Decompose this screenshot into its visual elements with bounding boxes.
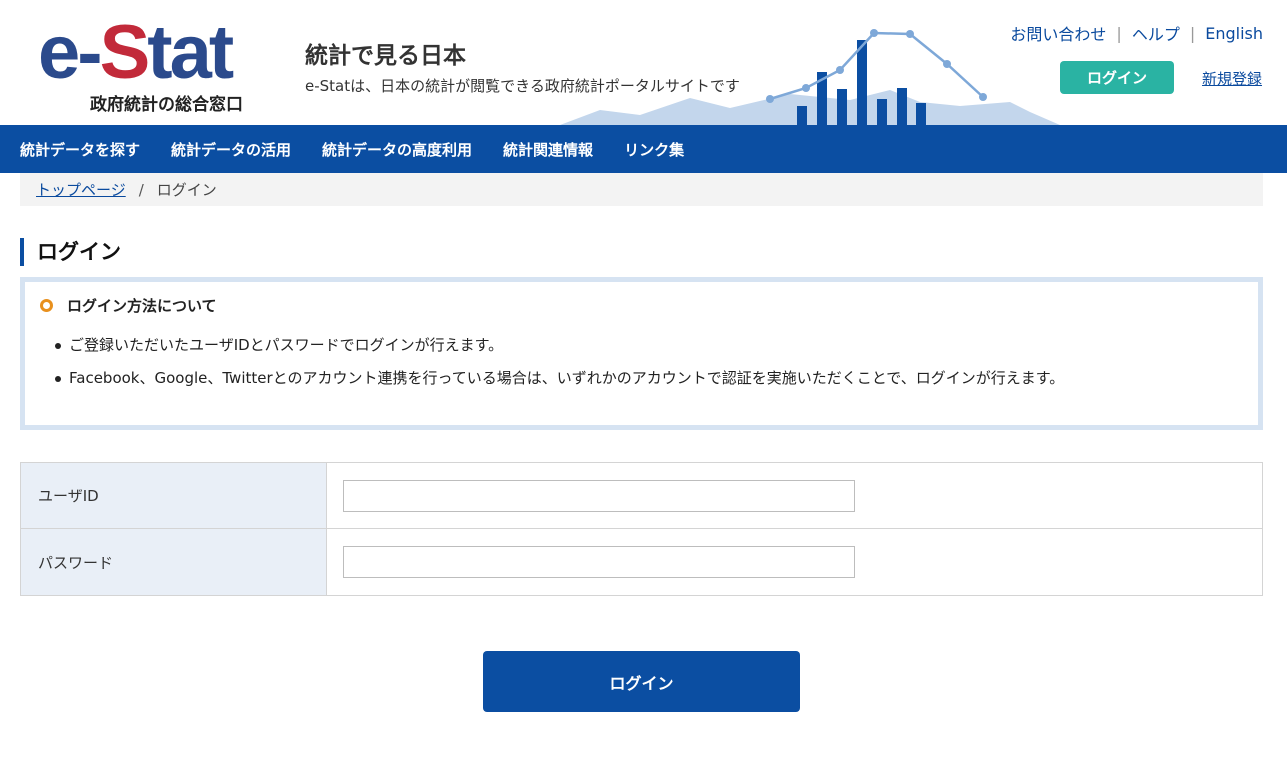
bar-mark — [916, 103, 926, 125]
nav-item-find-data[interactable]: 統計データを探す — [20, 139, 140, 160]
header-chart-illustration — [560, 29, 1060, 125]
nav-item-related-info[interactable]: 統計関連情報 — [503, 139, 593, 160]
trend-point — [802, 84, 810, 92]
breadcrumb-home-link[interactable]: トップページ — [36, 179, 126, 200]
user-id-label: ユーザID — [21, 463, 327, 528]
trend-point — [906, 30, 914, 38]
nav-item-links[interactable]: リンク集 — [624, 139, 684, 160]
trend-point — [766, 95, 774, 103]
nav-item-advanced-use[interactable]: 統計データの高度利用 — [322, 139, 472, 160]
trend-point — [870, 29, 878, 37]
bar-mark — [837, 89, 847, 125]
breadcrumb: トップページ / ログイン — [20, 173, 1263, 206]
link-separator: | — [1116, 23, 1122, 43]
password-cell — [327, 529, 1262, 595]
link-separator: | — [1189, 23, 1196, 43]
password-input[interactable] — [343, 546, 855, 578]
info-list-item: ご登録いただいたユーザIDとパスワードでログインが行えます。 — [55, 334, 1064, 367]
password-row: パスワード — [21, 529, 1262, 595]
logo-subtitle: 政府統計の総合窓口 — [90, 95, 243, 115]
info-heading-text: ログイン方法について — [67, 297, 217, 315]
user-id-row: ユーザID — [21, 463, 1262, 529]
bar-mark — [857, 40, 867, 125]
breadcrumb-current: ログイン — [156, 181, 217, 199]
trend-point — [836, 66, 844, 74]
bar-mark — [897, 88, 907, 125]
nav-item-use-data[interactable]: 統計データの活用 — [171, 139, 291, 160]
english-link[interactable]: English — [1205, 24, 1263, 43]
ring-bullet-icon — [40, 299, 53, 312]
bar-mark — [877, 99, 887, 125]
page-title: ログイン — [20, 238, 121, 266]
trend-point — [979, 93, 987, 101]
login-form: ユーザID パスワード — [20, 462, 1263, 596]
info-list-item: Facebook、Google、Twitterとのアカウント連携を行っている場合… — [55, 367, 1064, 400]
help-link[interactable]: ヘルプ — [1132, 21, 1180, 45]
login-info-box: ログイン方法について ご登録いただいたユーザIDとパスワードでログインが行えます… — [20, 277, 1263, 430]
info-heading: ログイン方法について — [40, 295, 217, 316]
site-header: e-Stat 政府統計の総合窓口 統計で見る日本 e-Statは、日本の統計が閲… — [0, 0, 1287, 125]
info-list: ご登録いただいたユーザIDとパスワードでログインが行えます。 Facebook、… — [55, 334, 1064, 400]
user-id-input[interactable] — [343, 479, 855, 512]
trend-point — [943, 60, 951, 68]
site-title: 統計で見る日本 — [305, 43, 466, 69]
global-nav: 統計データを探す 統計データの活用 統計データの高度利用 統計関連情報 リンク集 — [0, 125, 1287, 173]
login-submit-button[interactable]: ログイン — [483, 651, 800, 712]
estat-logo[interactable]: e-Stat 政府統計の総合窓口 — [38, 10, 258, 116]
utility-links: お問い合わせ | ヘルプ | English — [1010, 21, 1263, 45]
trend-line — [769, 31, 984, 101]
user-id-cell — [327, 463, 1262, 528]
contact-link[interactable]: お問い合わせ — [1010, 21, 1106, 45]
bar-mark — [797, 106, 807, 125]
register-link[interactable]: 新規登録 — [1202, 68, 1262, 89]
password-label: パスワード — [21, 529, 327, 595]
breadcrumb-separator: / — [138, 180, 144, 199]
logo-wordmark: e-Stat — [38, 10, 234, 95]
header-login-button[interactable]: ログイン — [1060, 61, 1174, 94]
